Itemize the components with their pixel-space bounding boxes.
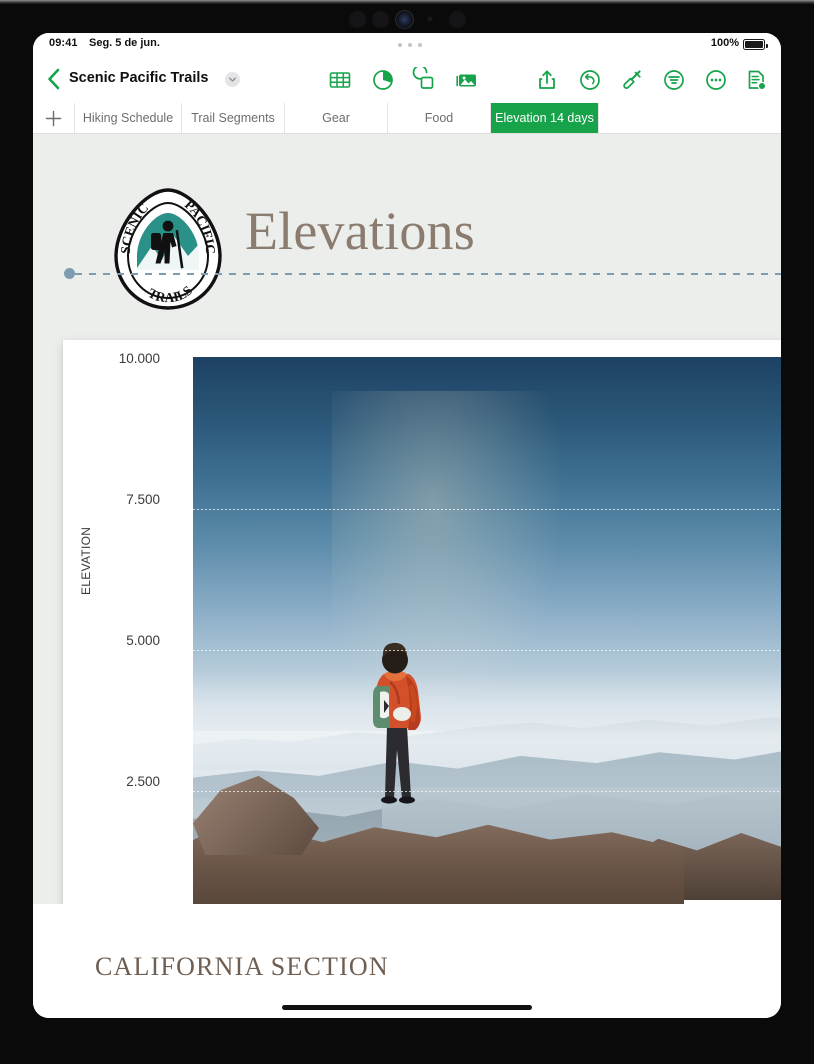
table-icon[interactable] <box>327 67 353 93</box>
next-section-heading[interactable]: CALIFORNIA SECTION <box>95 952 389 982</box>
sheet-tab-hiking-schedule[interactable]: Hiking Schedule <box>75 103 182 133</box>
shapes-icon[interactable] <box>412 67 438 93</box>
tablet-screen: 09:41 Seg. 5 de jun. 100% Scenic Pacific… <box>33 33 781 1018</box>
sheet-tab-gear[interactable]: Gear <box>285 103 388 133</box>
camera-sensor-icon <box>348 10 367 29</box>
y-tick-label: 10.000 <box>118 351 160 366</box>
chart-gridline <box>193 791 781 792</box>
ipad-device-frame: 09:41 Seg. 5 de jun. 100% Scenic Pacific… <box>0 0 814 1064</box>
chart-plot-area[interactable] <box>193 357 781 923</box>
device-top-edge <box>0 0 814 4</box>
sheet-tab-food[interactable]: Food <box>388 103 491 133</box>
home-indicator[interactable] <box>282 1005 532 1010</box>
sheet-tab-elevation-14-days[interactable]: Elevation 14 days <box>491 103 599 133</box>
sheet-tab-bar: Hiking Schedule Trail Segments Gear Food… <box>33 103 781 134</box>
selection-dashed-rule <box>75 273 781 275</box>
elevation-chart[interactable]: ELEVATION 10.000 7.500 5.000 2.500 <box>63 340 781 953</box>
chart-gridline <box>193 650 781 651</box>
spreadsheet-canvas[interactable]: SCENIC PACIFIC TRAILS Elevations ELEVATI… <box>33 134 781 1018</box>
chart-gridline <box>193 509 781 510</box>
tab-bar-spacer <box>599 103 781 133</box>
camera-sensor-icon <box>448 10 467 29</box>
photo-icon[interactable] <box>454 67 480 93</box>
y-tick-label: 7.500 <box>126 492 160 507</box>
toolbar: Scenic Pacific Trails <box>33 56 781 103</box>
three-dots-icon <box>398 42 422 47</box>
ellipsis-circle-icon[interactable] <box>703 67 729 93</box>
status-date: Seg. 5 de jun. <box>89 37 160 49</box>
undo-arrow-icon[interactable] <box>577 67 603 93</box>
status-time: 09:41 <box>49 37 78 49</box>
chevron-down-icon[interactable] <box>225 72 240 87</box>
front-camera-icon <box>396 11 413 28</box>
y-axis-ticks: 10.000 7.500 5.000 2.500 <box>82 340 160 953</box>
paintbrush-icon[interactable] <box>619 67 645 93</box>
camera-sensor-icon <box>371 10 390 29</box>
format-lines-icon[interactable] <box>661 67 687 93</box>
y-tick-label: 2.500 <box>126 774 160 789</box>
chevron-left-icon[interactable] <box>41 65 67 93</box>
pie-chart-icon[interactable] <box>370 67 396 93</box>
page-title[interactable]: Scenic Pacific Trails <box>69 70 208 86</box>
document-badge-icon[interactable] <box>743 67 769 93</box>
sheet-tab-trail-segments[interactable]: Trail Segments <box>182 103 285 133</box>
sheet-title[interactable]: Elevations <box>245 200 475 262</box>
ambient-light-sensor-icon <box>427 16 433 22</box>
share-up-arrow-icon[interactable] <box>534 67 560 93</box>
battery-full-icon <box>743 39 768 50</box>
y-tick-label: 5.000 <box>126 633 160 648</box>
battery-percent-label: 100% <box>710 37 739 49</box>
selection-handle[interactable] <box>64 268 75 279</box>
hiker-figure <box>360 630 432 815</box>
scenic-pacific-trails-badge[interactable]: SCENIC PACIFIC TRAILS <box>106 186 230 312</box>
hiker-overlooking-mountain-valley-photo <box>193 357 781 923</box>
plus-icon[interactable] <box>33 103 75 133</box>
status-bar: 09:41 Seg. 5 de jun. 100% <box>33 33 781 56</box>
